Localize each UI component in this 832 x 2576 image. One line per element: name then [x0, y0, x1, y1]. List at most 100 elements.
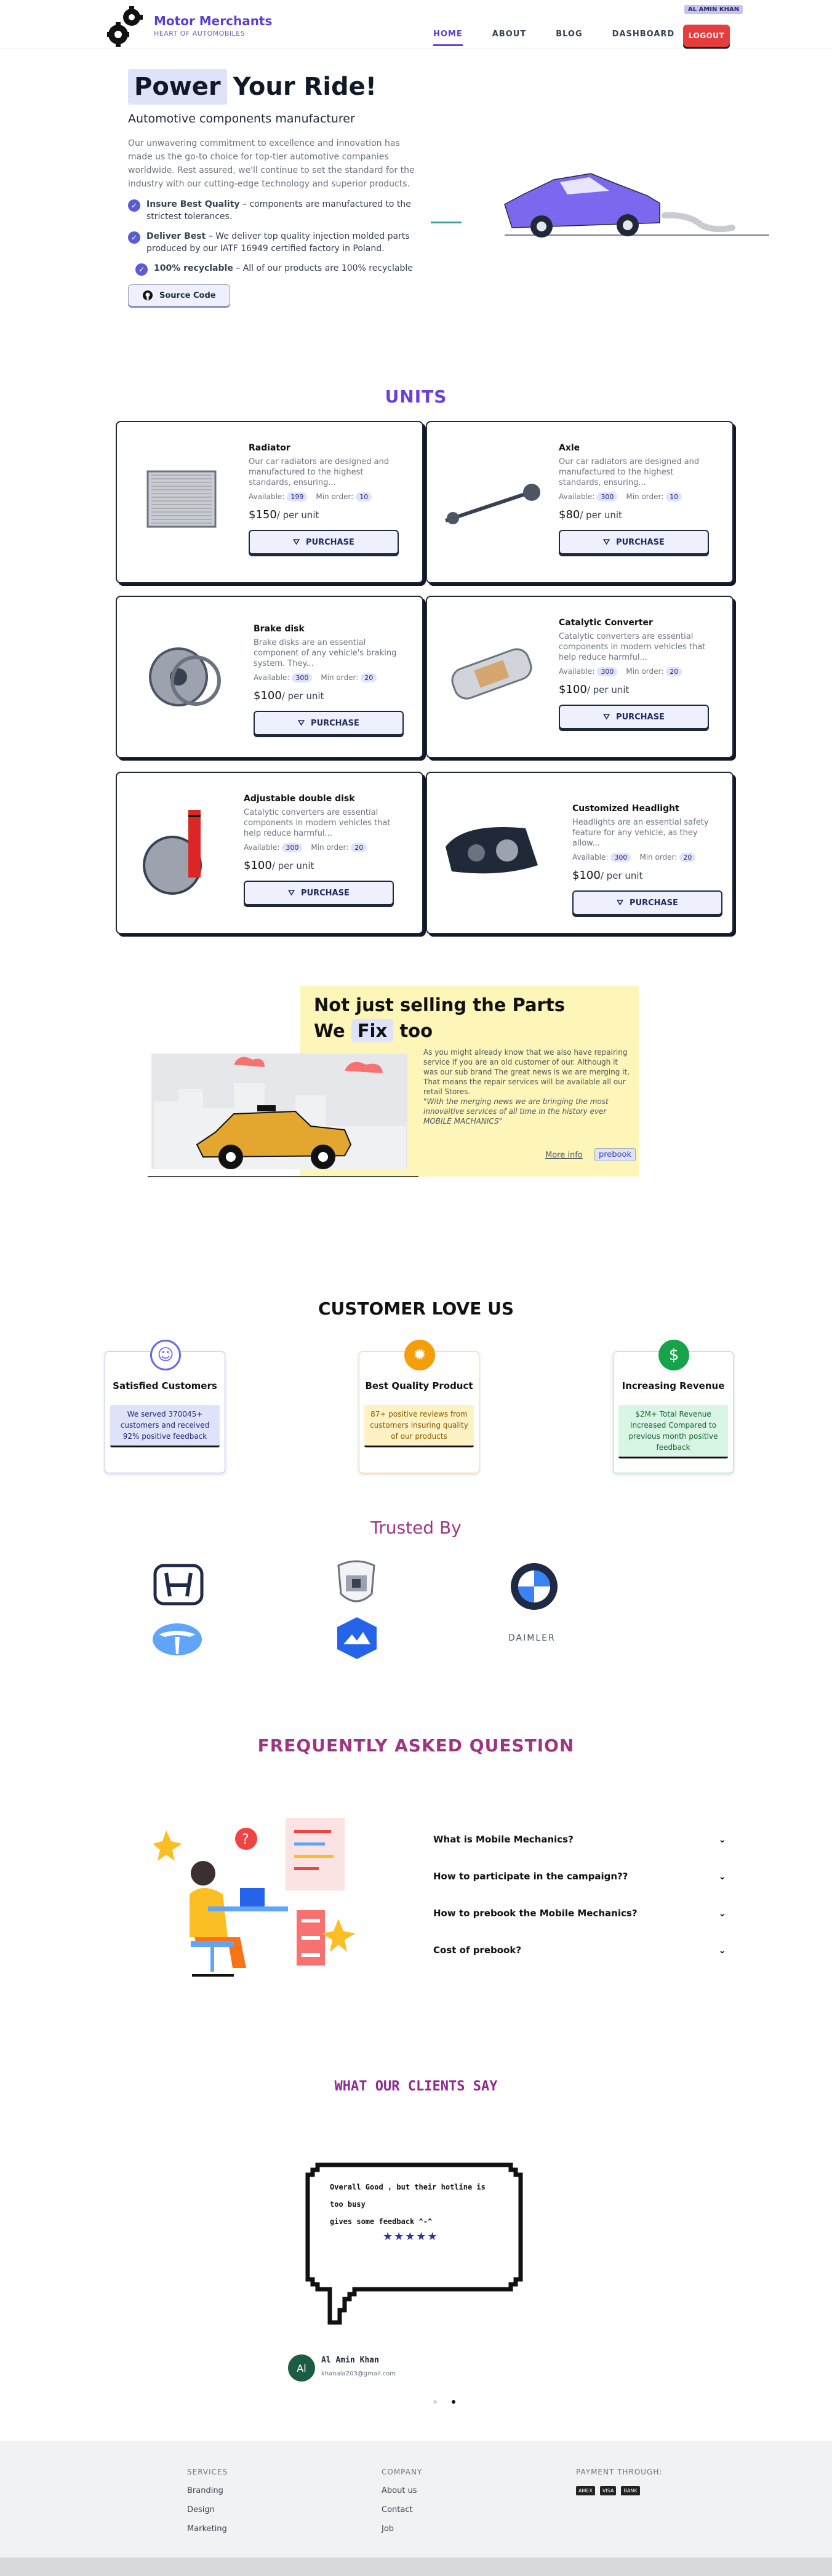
- testimonials-title: WHAT OUR CLIENTS SAY: [334, 2079, 498, 2094]
- best-quality-card: ✹ Best Quality Product 87+ positive revi…: [359, 1340, 479, 1473]
- available-count: 199: [287, 492, 308, 502]
- brand-title: Motor Merchants: [154, 13, 273, 28]
- min-order-count: 20: [361, 673, 377, 682]
- avatar: Al: [288, 2354, 315, 2382]
- footer-link[interactable]: Marketing: [187, 2524, 228, 2534]
- product-card-double-disk: Adjustable double disk Catalytic converte…: [116, 772, 423, 934]
- purchase-button[interactable]: ⛛ PURCHASE: [254, 711, 404, 735]
- footer-bottom-bar: [0, 2558, 832, 2576]
- site-header: Motor Merchants HEART OF AUTOMOBILES HOM…: [0, 0, 832, 49]
- faq-item[interactable]: What is Mobile Mechanics? ⌄: [433, 1834, 726, 1845]
- footer-payment: PAYMENT THROUGH: AMEX VISA BANK: [576, 2468, 662, 2495]
- min-order-count: 10: [666, 492, 682, 502]
- nav-home[interactable]: HOME: [433, 30, 463, 46]
- chevron-down-icon: ⌄: [718, 1834, 726, 1845]
- product-name: Radiator: [249, 443, 290, 453]
- cart-icon: ⛛: [293, 537, 300, 547]
- available-label: Available: 300: [244, 843, 303, 852]
- product-description: Our car radiators are designed and manuf…: [559, 457, 700, 487]
- faq-title: FREQUENTLY ASKED QUESTION: [257, 1735, 575, 1756]
- cart-icon: ⛛: [617, 898, 624, 908]
- chevron-down-icon: ⌄: [718, 1908, 726, 1919]
- brand-logo[interactable]: Motor Merchants HEART OF AUTOMOBILES: [105, 4, 272, 47]
- footer-link[interactable]: Design: [187, 2505, 228, 2514]
- product-price: $100/ per unit: [559, 683, 630, 696]
- amex-card-icon: AMEX: [576, 2486, 595, 2495]
- min-order-label: Min order: 20: [311, 843, 367, 852]
- hero-description: Our unwavering commitment to excellence …: [128, 138, 415, 189]
- footer-link[interactable]: Branding: [187, 2486, 228, 2495]
- daimler-logo: DAIMLER: [508, 1633, 556, 1643]
- axle-image: [445, 484, 540, 524]
- feature-item: ✓ 100% recyclable – All of our products a…: [135, 262, 417, 276]
- source-code-button[interactable]: Source Code: [128, 284, 230, 306]
- available-label: Available: 199: [249, 492, 308, 502]
- available-label: Available: 300: [572, 853, 631, 862]
- cart-icon: ⛛: [603, 537, 610, 547]
- product-card-headlight: Customized Headlight Headlights are an es…: [426, 772, 734, 934]
- faq-item[interactable]: How to participate in the campaign?? ⌄: [433, 1871, 726, 1882]
- purchase-button[interactable]: ⛛ PURCHASE: [249, 530, 399, 554]
- product-card-axle: Axle Our car radiators are designed and m…: [426, 421, 734, 583]
- check-icon: ✓: [135, 263, 148, 276]
- purchase-button[interactable]: ⛛ PURCHASE: [559, 705, 709, 729]
- product-description: Catalytic converters are essential compo…: [559, 632, 706, 662]
- smile-icon: ☺: [150, 1340, 181, 1370]
- footer-link[interactable]: Job: [382, 2524, 422, 2534]
- purchase-button[interactable]: ⛛ PURCHASE: [559, 530, 709, 554]
- footer-link[interactable]: About us: [382, 2486, 422, 2495]
- footer-company: COMPANY About us Contact Job: [382, 2468, 423, 2534]
- porsche-logo-icon: [337, 1560, 375, 1602]
- customer-love-title: CUSTOMER LOVE US: [318, 1298, 514, 1319]
- check-icon: ✓: [128, 231, 140, 244]
- repair-heading: Not just selling the Parts We Fix too: [314, 992, 565, 1044]
- available-count: 300: [282, 843, 303, 852]
- min-order-count: 20: [679, 853, 696, 862]
- available-label: Available: 300: [254, 673, 313, 682]
- available-count: 300: [597, 492, 618, 502]
- chevron-down-icon: ⌄: [718, 1945, 726, 1956]
- nav-dashboard[interactable]: DASHBOARD: [612, 30, 675, 42]
- faq-item[interactable]: How to prebook the Mobile Mechanics? ⌄: [433, 1908, 726, 1919]
- carousel-dot-active[interactable]: [452, 2400, 455, 2404]
- product-card-radiator: Radiator Our car radiators are designed a…: [116, 421, 423, 583]
- double-disk-image: [143, 810, 202, 895]
- mountain-brand-logo-icon: [337, 1617, 377, 1659]
- satisfied-customers-card: ☺ Satisfied Customers We served 370045+ …: [105, 1340, 225, 1473]
- footer-link[interactable]: Contact: [382, 2505, 422, 2514]
- product-name: Catalytic Converter: [559, 618, 653, 628]
- repair-description: As you might already know that we also h…: [423, 1048, 630, 1126]
- faq-item[interactable]: Cost of prebook? ⌄: [433, 1945, 726, 1956]
- product-card-brake-disk: Brake disk Brake disks are an essential c…: [116, 596, 423, 758]
- gear-car-icon: [107, 6, 143, 47]
- available-count: 300: [292, 673, 313, 682]
- more-info-link[interactable]: More info: [545, 1151, 583, 1160]
- product-description: Catalytic converters are essential compo…: [244, 808, 391, 838]
- nav-about[interactable]: ABOUT: [492, 30, 526, 42]
- hero-car-illustration: [431, 173, 769, 238]
- min-order-label: Min order: 10: [316, 492, 372, 502]
- github-icon: [143, 290, 153, 300]
- rating-stars-icon: ★★★★★: [383, 2230, 439, 2243]
- product-description: Brake disks are an essential component o…: [254, 638, 397, 668]
- logout-button[interactable]: LOGOUT: [683, 25, 730, 47]
- dollar-icon: $: [658, 1340, 689, 1370]
- check-icon: ✓: [128, 199, 140, 212]
- hero-title-rest: Your Ride!: [233, 73, 377, 101]
- brand-subtitle: HEART OF AUTOMOBILES: [154, 29, 246, 38]
- purchase-button[interactable]: ⛛ PURCHASE: [244, 881, 394, 905]
- available-label: Available: 300: [559, 492, 618, 502]
- radiator-image: [146, 470, 217, 528]
- purchase-button[interactable]: ⛛ PURCHASE: [572, 890, 722, 915]
- footer-services: SERVICES Branding Design Marketing: [187, 2468, 228, 2534]
- honda-logo-icon: [153, 1564, 204, 1606]
- available-count: 300: [597, 667, 618, 676]
- carousel-dot[interactable]: [433, 2400, 437, 2404]
- nav-blog[interactable]: BLOG: [556, 30, 582, 42]
- product-name: Adjustable double disk: [244, 794, 355, 804]
- hero-title-highlight: Power: [128, 69, 227, 105]
- faq-person-illustration: ?: [154, 1818, 356, 1977]
- product-price: $100/ per unit: [572, 869, 643, 882]
- product-name: Axle: [559, 443, 580, 453]
- prebook-button[interactable]: prebook: [594, 1148, 636, 1161]
